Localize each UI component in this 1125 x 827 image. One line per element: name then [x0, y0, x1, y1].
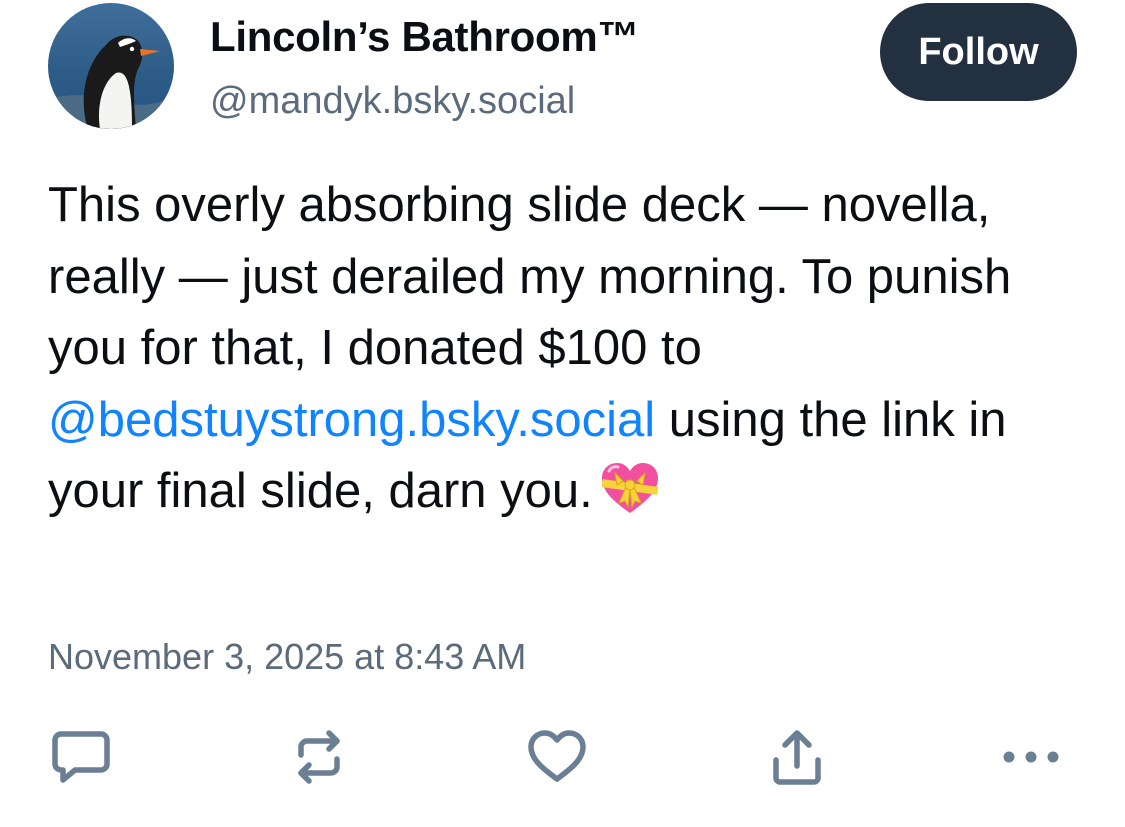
like-icon	[528, 730, 586, 782]
reply-icon	[52, 731, 110, 783]
share-icon	[773, 730, 821, 785]
more-options-icon	[1003, 751, 1059, 763]
gentoo-penguin-avatar	[48, 3, 174, 129]
mention-link[interactable]: @bedstuystrong.bsky.social	[48, 393, 655, 447]
reply-button[interactable]	[46, 722, 116, 792]
like-button[interactable]	[522, 722, 592, 792]
post-text: This overly absorbing slide deck — novel…	[48, 170, 1088, 536]
avatar[interactable]	[48, 3, 174, 129]
more-options-button[interactable]	[996, 722, 1066, 792]
author-display-name[interactable]: Lincoln’s Bathroom™	[210, 10, 639, 64]
heart-with-ribbon-icon	[599, 461, 661, 536]
post-timestamp[interactable]: November 3, 2025 at 8:43 AM	[48, 632, 526, 682]
post-text-part-1: This overly absorbing slide deck — novel…	[48, 178, 1012, 375]
share-button[interactable]	[762, 722, 832, 792]
follow-button[interactable]: Follow	[880, 3, 1077, 101]
repost-button[interactable]	[284, 722, 354, 792]
repost-icon	[298, 730, 340, 784]
author-handle[interactable]: @mandyk.bsky.social	[210, 78, 575, 124]
